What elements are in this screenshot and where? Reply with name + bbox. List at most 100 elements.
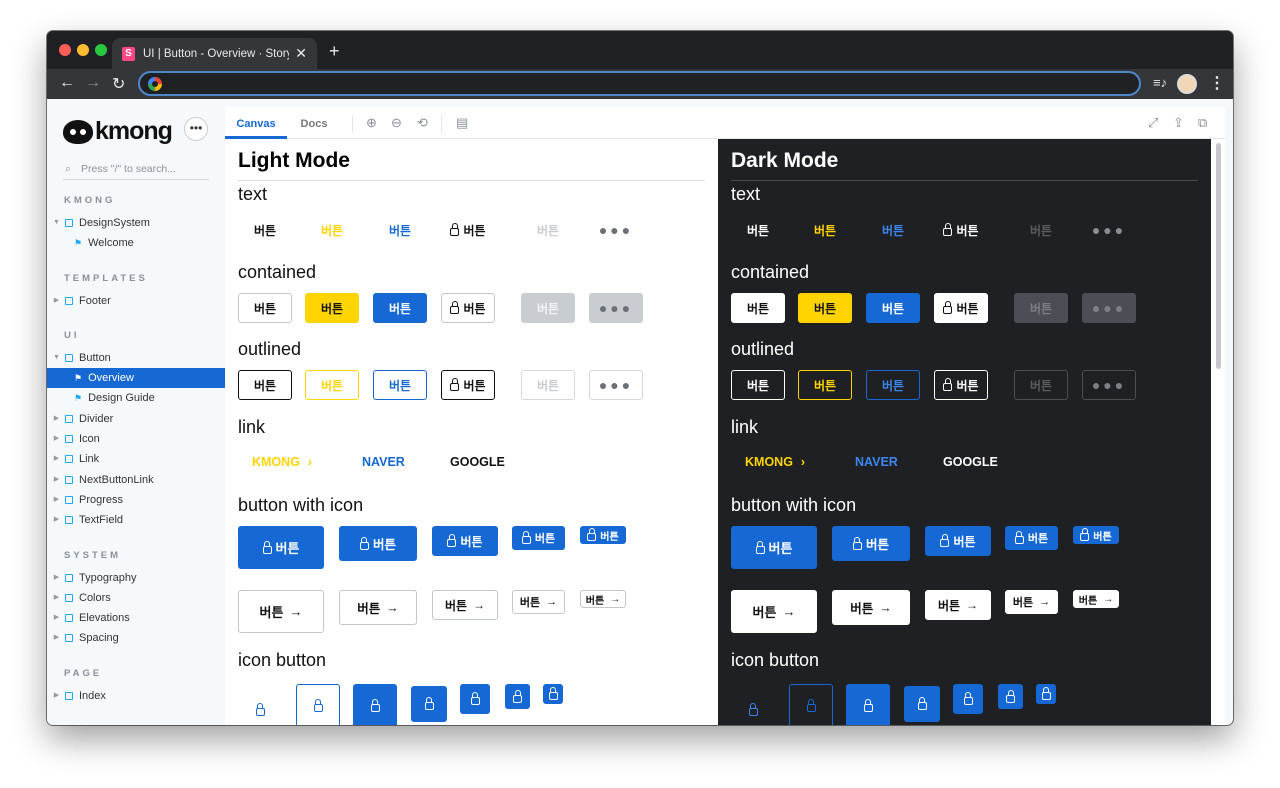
- outlined-button[interactable]: 버튼: [521, 370, 575, 400]
- contained-button[interactable]: 버튼: [934, 293, 988, 323]
- icon-button[interactable]: [353, 684, 397, 725]
- zoom-reset-icon[interactable]: ⟲: [417, 115, 428, 131]
- share-icon[interactable]: ⇪: [1173, 115, 1184, 131]
- link-naver[interactable]: NAVER: [855, 455, 898, 469]
- icon-text-button[interactable]: 버튼: [832, 526, 910, 561]
- maximize-window-button[interactable]: [95, 44, 107, 56]
- text-arrow-button[interactable]: 버튼 →: [1005, 590, 1058, 614]
- text-arrow-button[interactable]: 버튼 →: [1073, 590, 1119, 608]
- text-loading-button[interactable]: ●●●: [1082, 215, 1136, 245]
- sidebar-item-button[interactable]: ▼ Button: [47, 348, 225, 368]
- outlined-button[interactable]: 버튼: [866, 370, 920, 400]
- link-naver[interactable]: NAVER: [362, 455, 405, 469]
- icon-text-button[interactable]: 버튼: [238, 526, 324, 569]
- icon-text-button[interactable]: 버튼: [1005, 526, 1058, 550]
- icon-button[interactable]: [460, 684, 490, 714]
- contained-button[interactable]: 버튼: [305, 293, 359, 323]
- text-button[interactable]: 버튼: [305, 215, 359, 245]
- sidebar-item-nextbuttonlink[interactable]: ▶ NextButtonLink: [47, 470, 225, 490]
- sidebar-item-designsystem[interactable]: ▼ DesignSystem: [47, 213, 225, 233]
- close-window-button[interactable]: [59, 44, 71, 56]
- sidebar-item-typography[interactable]: ▶ Typography: [47, 568, 225, 588]
- browser-menu-icon[interactable]: ⋮: [1209, 73, 1225, 93]
- text-arrow-button[interactable]: 버튼 →: [432, 590, 498, 620]
- text-button[interactable]: 버튼: [866, 215, 920, 245]
- icon-button[interactable]: [904, 686, 940, 722]
- text-button[interactable]: 버튼: [1014, 215, 1068, 245]
- contained-button[interactable]: 버튼: [798, 293, 852, 323]
- outlined-button[interactable]: 버튼: [305, 370, 359, 400]
- sidebar-item-spacing[interactable]: ▶ Spacing: [47, 628, 225, 648]
- icon-button[interactable]: [789, 684, 833, 725]
- canvas-scrollbar[interactable]: [1211, 139, 1225, 725]
- more-options-button[interactable]: •••: [184, 117, 208, 141]
- sidebar-item-welcome[interactable]: ⚑ Welcome: [47, 233, 225, 253]
- sidebar-item-divider[interactable]: ▶ Divider: [47, 409, 225, 429]
- new-tab-button[interactable]: +: [329, 41, 340, 62]
- contained-button[interactable]: 버튼: [521, 293, 575, 323]
- zoom-out-icon[interactable]: ⊖: [391, 115, 402, 131]
- contained-button[interactable]: 버튼: [373, 293, 427, 323]
- text-button[interactable]: 버튼: [521, 215, 575, 245]
- sidebar-item-link[interactable]: ▶ Link: [47, 449, 225, 469]
- tab-close-icon[interactable]: ✕: [295, 45, 307, 62]
- icon-button[interactable]: [296, 684, 340, 725]
- icon-button[interactable]: [731, 695, 775, 725]
- browser-tab[interactable]: S UI | Button - Overview · Storybook ✕: [112, 38, 317, 69]
- contained-loading-button[interactable]: ●●●: [1082, 293, 1136, 323]
- text-arrow-button[interactable]: 버튼 →: [512, 590, 565, 614]
- media-control-icon[interactable]: ≡♪: [1153, 75, 1167, 90]
- icon-button[interactable]: [1036, 684, 1056, 704]
- text-arrow-button[interactable]: 버튼 →: [925, 590, 991, 620]
- sidebar-item-colors[interactable]: ▶ Colors: [47, 588, 225, 608]
- icon-text-button[interactable]: 버튼: [432, 526, 498, 556]
- text-arrow-button[interactable]: 버튼 →: [580, 590, 626, 608]
- text-arrow-button[interactable]: 버튼 →: [339, 590, 417, 625]
- text-button[interactable]: 버튼: [373, 215, 427, 245]
- contained-button[interactable]: 버튼: [441, 293, 495, 323]
- icon-text-button[interactable]: 버튼: [731, 526, 817, 569]
- text-button[interactable]: 버튼: [731, 215, 785, 245]
- link-kmong[interactable]: KMONG ›: [252, 455, 312, 469]
- outlined-loading-button[interactable]: ●●●: [1082, 370, 1136, 400]
- icon-button[interactable]: [953, 684, 983, 714]
- forward-icon[interactable]: →: [85, 74, 101, 92]
- sidebar-item-design-guide[interactable]: ⚑ Design Guide: [47, 388, 225, 408]
- outlined-button[interactable]: 버튼: [441, 370, 495, 400]
- profile-avatar[interactable]: [1177, 74, 1197, 94]
- contained-button[interactable]: 버튼: [731, 293, 785, 323]
- icon-button[interactable]: [846, 684, 890, 725]
- outlined-button[interactable]: 버튼: [798, 370, 852, 400]
- icon-text-button[interactable]: 버튼: [512, 526, 565, 550]
- sidebar-item-icon[interactable]: ▶ Icon: [47, 429, 225, 449]
- text-loading-button[interactable]: ●●●: [589, 215, 643, 245]
- icon-text-button[interactable]: 버튼: [1073, 526, 1119, 544]
- tab-docs[interactable]: Docs: [287, 107, 341, 139]
- back-icon[interactable]: ←: [59, 74, 75, 92]
- icon-button[interactable]: [998, 684, 1023, 709]
- zoom-in-icon[interactable]: ⊕: [366, 115, 377, 131]
- contained-button[interactable]: 버튼: [238, 293, 292, 323]
- sidebar-item-index[interactable]: ▶ Index: [47, 686, 225, 706]
- kmong-logo[interactable]: kmong: [63, 117, 173, 146]
- link-google[interactable]: GOOGLE: [943, 455, 998, 469]
- outlined-button[interactable]: 버튼: [1014, 370, 1068, 400]
- sidebar-item-textfield[interactable]: ▶ TextField: [47, 510, 225, 530]
- icon-text-button[interactable]: 버튼: [925, 526, 991, 556]
- sidebar-item-elevations[interactable]: ▶ Elevations: [47, 608, 225, 628]
- icon-text-button[interactable]: 버튼: [339, 526, 417, 561]
- outlined-button[interactable]: 버튼: [238, 370, 292, 400]
- text-button[interactable]: 버튼: [934, 215, 988, 245]
- tab-canvas[interactable]: Canvas: [225, 107, 287, 139]
- reload-icon[interactable]: ↻: [112, 74, 125, 94]
- fullscreen-icon[interactable]: ⤢: [1148, 115, 1158, 131]
- minimize-window-button[interactable]: [77, 44, 89, 56]
- sidebar-item-footer[interactable]: ▶ Footer: [47, 291, 225, 311]
- copy-link-icon[interactable]: ⧉: [1198, 115, 1207, 131]
- text-arrow-button[interactable]: 버튼 →: [731, 590, 817, 633]
- search-input[interactable]: ⌕ Press "/" to search...: [63, 160, 209, 180]
- outlined-loading-button[interactable]: ●●●: [589, 370, 643, 400]
- contained-button[interactable]: 버튼: [866, 293, 920, 323]
- link-google[interactable]: GOOGLE: [450, 455, 505, 469]
- sidebar-item-progress[interactable]: ▶ Progress: [47, 490, 225, 510]
